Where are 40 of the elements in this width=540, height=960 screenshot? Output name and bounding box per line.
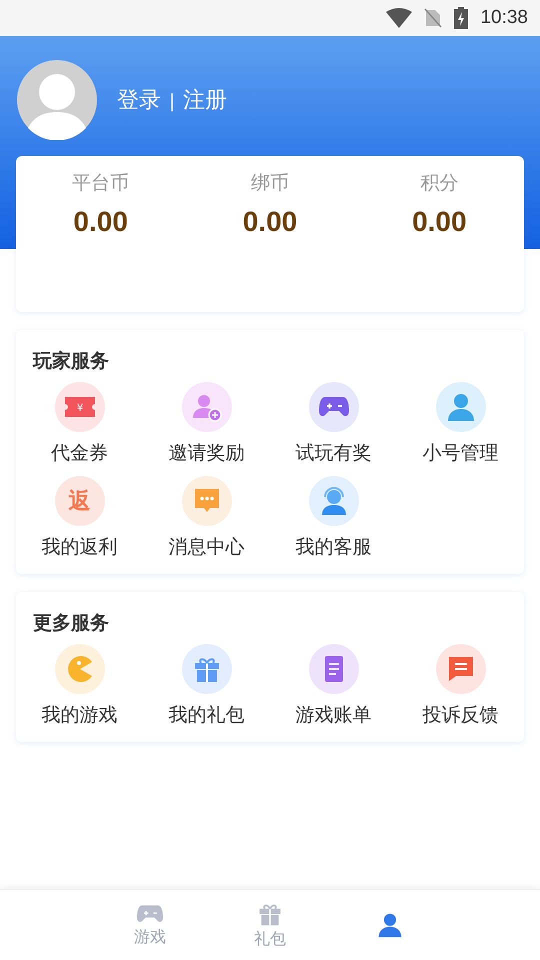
service-label[interactable]: 我的返利 [42, 534, 118, 560]
service-icon-circle[interactable] [182, 644, 232, 694]
service-icon-circle[interactable] [308, 476, 358, 526]
yuan-glyph: ¥ [76, 403, 83, 414]
battery-icon [454, 7, 468, 29]
service-icon-circle[interactable] [436, 382, 486, 432]
balance-value: 0.00 [73, 206, 128, 238]
service-label[interactable]: 我的客服 [296, 534, 372, 560]
no-sim-icon [424, 8, 442, 28]
service-label[interactable]: 试玩有奖 [296, 440, 372, 466]
add-user-icon [192, 392, 222, 422]
service-icon-circle[interactable] [182, 476, 232, 526]
wifi-icon [386, 8, 412, 28]
service-icon-circle[interactable] [436, 644, 486, 694]
service-label[interactable]: 投诉反馈 [422, 702, 498, 728]
service-icon-circle[interactable] [308, 382, 358, 432]
service-label[interactable]: 小号管理 [422, 440, 498, 466]
balance-label: 绑币 [250, 171, 289, 196]
service-icon-circle[interactable] [308, 644, 358, 694]
gamepad-icon [137, 902, 163, 924]
balance-value: 0.00 [412, 206, 467, 238]
avatar-icon[interactable] [17, 60, 97, 140]
service-label[interactable]: 我的礼包 [168, 702, 244, 728]
link-divider: | [169, 91, 176, 112]
service-label[interactable]: 代金券 [51, 440, 108, 466]
user-icon [446, 392, 476, 422]
service-label[interactable]: 游戏账单 [296, 702, 372, 728]
service-label[interactable]: 消息中心 [168, 534, 244, 560]
service-icon-circle[interactable] [182, 382, 232, 432]
section-title: 玩家服务 [32, 349, 110, 374]
status-time: 10:38 [480, 7, 528, 29]
gamepad-icon [318, 395, 348, 419]
section-title: 更多服务 [32, 611, 110, 636]
service-label[interactable]: 我的游戏 [42, 702, 118, 728]
service-label[interactable]: 邀请奖励 [168, 440, 244, 466]
rebate-glyph-icon: 返 [68, 486, 90, 516]
balance-label: 积分 [420, 171, 458, 196]
user-icon [377, 912, 403, 938]
balance-value: 0.00 [242, 206, 298, 238]
balance-label: 平台币 [72, 171, 130, 196]
